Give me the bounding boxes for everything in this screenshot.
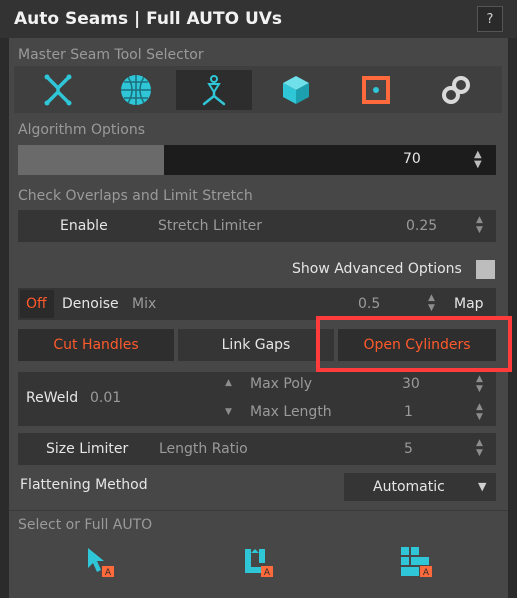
stretch-limiter-label: Stretch Limiter [158,218,263,234]
stretch-limiter-value[interactable]: 0.25 [406,218,437,234]
tool-square-seam[interactable] [338,70,414,110]
denoise-label: Denoise [62,296,119,312]
show-advanced-label: Show Advanced Options [292,261,462,277]
svg-text:A: A [105,568,112,578]
link-icon [442,76,470,104]
length-ratio-spinner[interactable]: ▲ ▼ [476,438,483,458]
highlight-box [316,316,512,372]
tool-sphere[interactable] [98,70,174,110]
uv-auto-icon: A [245,549,273,578]
stretch-spinner[interactable]: ▲ ▼ [476,215,483,235]
algorithm-slider[interactable]: 70 ▲ ▼ [18,145,496,175]
select-full-auto-label: Select or Full AUTO [18,517,153,533]
enable-button[interactable]: Enable [60,218,108,234]
tool-figure[interactable] [176,70,252,110]
max-poly-up-icon[interactable]: ▲ [225,378,232,388]
select-auto-button[interactable]: A [78,543,122,581]
grid-auto-icon: A [401,547,432,578]
uv-auto-button[interactable]: A [236,543,280,581]
svg-text:A: A [423,568,430,578]
algorithm-slider-fill [18,145,164,175]
mix-spinner[interactable]: ▲ ▼ [428,293,435,313]
denoise-off-toggle[interactable]: Off [20,290,54,318]
cut-handles-label: Cut Handles [53,337,139,353]
cut-handles-button[interactable]: Cut Handles [18,329,174,361]
max-length-down-icon[interactable]: ▼ [225,407,232,417]
max-length-value[interactable]: 1 [404,404,413,420]
x-shape-icon [44,74,72,106]
cube-icon [283,76,309,104]
grid-auto-button[interactable]: A [394,543,438,581]
max-length-spinner[interactable]: ▲ ▼ [476,402,483,422]
max-poly-spinner[interactable]: ▲ ▼ [476,374,483,394]
algorithm-spinner[interactable]: ▲ ▼ [474,150,482,170]
title-bar: Auto Seams | Full AUTO UVs ? [0,0,517,38]
figure-icon [202,75,226,106]
length-ratio-label: Length Ratio [159,441,248,457]
flattening-method-label: Flattening Method [20,477,148,493]
sphere-mesh-icon [121,75,151,105]
mix-label: Mix [132,296,157,312]
divider [9,510,508,511]
size-limiter-button[interactable]: Size Limiter [46,441,128,457]
size-limiter-row: Size Limiter Length Ratio 5 ▲ ▼ [18,433,496,465]
flattening-method-value: Automatic [373,479,445,495]
master-seam-label: Master Seam Tool Selector [18,47,204,63]
tool-x-shape[interactable] [20,70,96,110]
algorithm-value: 70 [403,151,421,167]
max-poly-value[interactable]: 30 [402,376,420,392]
link-gaps-button[interactable]: Link Gaps [178,329,334,361]
tool-link[interactable] [418,70,494,110]
flattening-method-dropdown[interactable]: Automatic ▼ [344,473,496,501]
reweld-button[interactable]: ReWeld [26,390,78,406]
mix-value[interactable]: 0.5 [358,296,380,312]
reweld-row: ReWeld 0.01 ▲ Max Poly 30 ▲ ▼ ▼ Max Lengt… [18,372,496,426]
link-gaps-label: Link Gaps [221,337,291,353]
svg-text:A: A [264,568,271,578]
chevron-down-icon: ▼ [478,480,487,493]
max-length-label: Max Length [250,404,332,420]
map-button[interactable]: Map [454,296,484,312]
square-seam-icon [362,76,390,104]
check-overlaps-label: Check Overlaps and Limit Stretch [18,188,253,204]
algorithm-options-label: Algorithm Options [18,122,146,138]
reweld-value[interactable]: 0.01 [90,390,121,406]
tool-cube[interactable] [258,70,334,110]
denoise-off-label: Off [26,296,47,312]
cursor-auto-icon: A [88,548,114,578]
max-poly-label: Max Poly [250,376,313,392]
show-advanced-checkbox[interactable] [476,260,495,279]
overlaps-row: Enable Stretch Limiter 0.25 ▲ ▼ [18,210,496,242]
help-button[interactable]: ? [477,6,503,32]
length-ratio-value[interactable]: 5 [404,441,413,457]
window-title: Auto Seams | Full AUTO UVs [14,9,283,29]
